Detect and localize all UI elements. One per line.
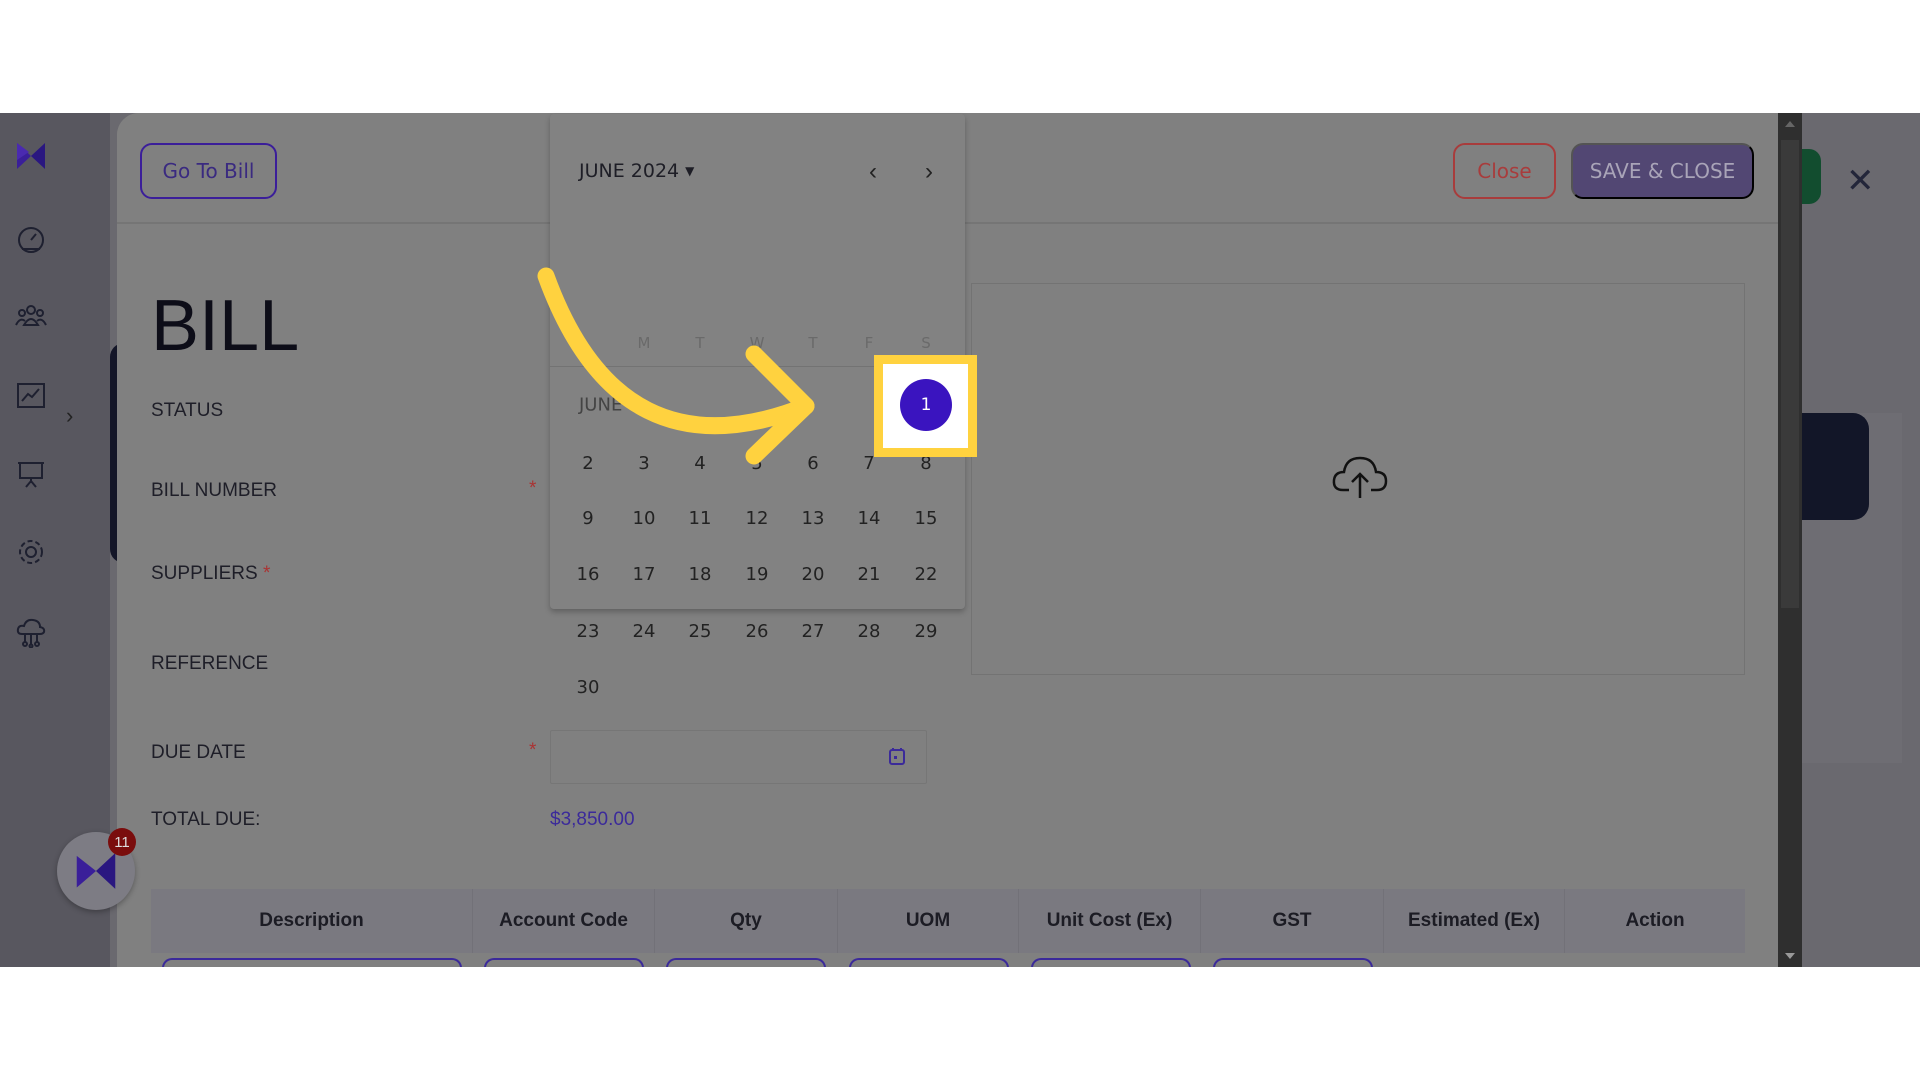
logo-icon [76, 853, 116, 889]
tutorial-arrow-icon [537, 267, 815, 465]
notification-badge: 11 [108, 828, 136, 856]
